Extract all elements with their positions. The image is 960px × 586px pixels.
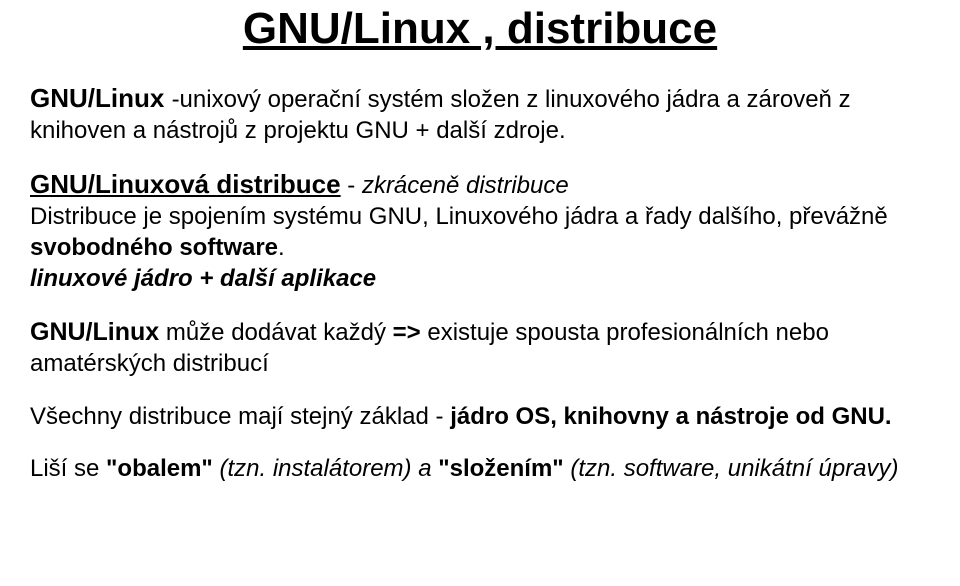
text-p2-dash: - [341, 172, 362, 199]
text-p4-b: jádro OS, knihovny a nástroje od GNU. [450, 403, 891, 430]
paragraph-gnu-linux-dodavat: GNU/Linux může dodávat každý => existuje… [30, 316, 930, 379]
paragraph-lisi: Liší se "obalem" (tzn. instalátorem) a "… [30, 454, 930, 485]
text-p2-italic: zkráceně distribuce [362, 172, 569, 199]
text-p3-mid: může dodávat každý [159, 319, 392, 346]
text-p2-line2a: Distribuce je spojením systému GNU, Linu… [30, 203, 888, 230]
text-p2-line3: linuxové jádro + další aplikace [30, 265, 376, 292]
paragraph-gnu-linux: GNU/Linux -unixový operační systém slože… [30, 82, 930, 146]
text-p5-a: Liší se [30, 455, 106, 482]
text-p2-line2c: . [278, 234, 285, 261]
document-page: GNU/Linux , distribuce GNU/Linux -unixov… [0, 4, 960, 586]
paragraph-zaklad: Všechny distribuce mají stejný základ - … [30, 402, 930, 433]
text-p2-line2b: svobodného software [30, 234, 278, 261]
text-p5-d: "složením" [438, 455, 563, 482]
paragraph-distribuce: GNU/Linuxová distribuce - zkráceně distr… [30, 168, 930, 294]
lead-distribuce: GNU/Linuxová distribuce [30, 169, 341, 199]
lead-gnu-linux: GNU/Linux [30, 83, 172, 113]
text-p3-arrow: => [393, 319, 428, 346]
text-p5-e: (tzn. software, unikátní úpravy) [564, 455, 899, 482]
page-title: GNU/Linux , distribuce [30, 4, 930, 54]
text-p5-b: "obalem" [106, 455, 213, 482]
lead-p3: GNU/Linux [30, 318, 159, 346]
text-p4-a: Všechny distribuce mají stejný základ - [30, 403, 450, 430]
text-p5-c: (tzn. instalátorem) a [213, 455, 438, 482]
